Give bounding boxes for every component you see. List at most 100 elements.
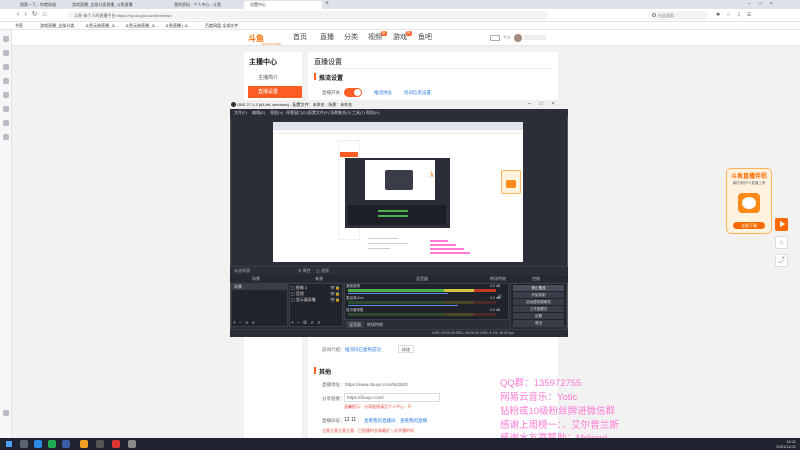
- filters-button[interactable]: ◫ 滤镜: [316, 267, 329, 275]
- obs-menu-item[interactable]: 停靠窗口(D): [286, 109, 308, 117]
- nav-game[interactable]: 游戏: [393, 33, 407, 43]
- sidebar-item-live-settings[interactable]: 直播设置: [248, 86, 302, 98]
- preview-addr: [273, 130, 523, 134]
- taskbar-obs-icon[interactable]: [96, 440, 104, 448]
- modify-button[interactable]: 修改: [398, 345, 414, 353]
- studio-mode-button[interactable]: 工作室模式: [513, 306, 564, 312]
- my-room-link[interactable]: 查看我的直播间: [364, 418, 396, 424]
- home-float-icon[interactable]: ⌂: [775, 236, 788, 249]
- nav-live[interactable]: 直播: [320, 33, 334, 43]
- settings-icon[interactable]: [3, 410, 9, 416]
- promo-download-button[interactable]: 立即下载: [733, 222, 765, 229]
- room-number: 12 11: [344, 417, 357, 423]
- obs-menu-item[interactable]: 视图(V): [270, 109, 283, 117]
- play-icon: [780, 221, 785, 227]
- browser-tab-3[interactable]: 我的资料 - 个人中心 - 斗鱼: [168, 1, 240, 9]
- search-input[interactable]: 在此搜索: [648, 11, 708, 20]
- obs-menu-item[interactable]: 编辑(E): [252, 109, 265, 117]
- taskbar-app-icon[interactable]: [112, 440, 120, 448]
- settings-button[interactable]: 设置: [513, 313, 564, 319]
- preview-sidebar-active: [340, 152, 358, 157]
- window-controls-icon[interactable]: –□×: [748, 0, 798, 8]
- mixer-mute-icon[interactable]: 🔊: [497, 294, 502, 299]
- nav-buttons-icon[interactable]: ‹›↻⌂: [17, 10, 52, 18]
- browser-tab-active[interactable]: 设置中心: [244, 1, 322, 9]
- obs-menubar: 文件(F) 编辑(E) 视图(V) 停靠窗口(D) 配置文件(P) 场景集合(S…: [230, 109, 568, 117]
- taskbar-folder-icon[interactable]: [80, 440, 88, 448]
- preview-overlay-text: [430, 240, 475, 258]
- mixer-volume-slider[interactable]: [348, 293, 448, 294]
- nav-video[interactable]: 视频: [368, 33, 382, 43]
- address-input[interactable]: 斗鱼·每个人的直播平台 https://mp.douyu.com/live/ma…: [68, 11, 548, 20]
- mixer-channel-db: 0.0 dB: [490, 284, 501, 288]
- obs-logo-icon: [231, 102, 236, 107]
- obs-window-controls-icon[interactable]: –□×: [528, 100, 568, 109]
- notification-icon[interactable]: [490, 35, 500, 41]
- taskbar-app-icon[interactable]: [62, 440, 70, 448]
- browser-tools-icon[interactable]: ✱☆⇩☰: [716, 12, 796, 20]
- search-icon: [652, 13, 656, 17]
- taskbar-search-icon[interactable]: [20, 440, 28, 448]
- preview-content-lines: [368, 238, 418, 258]
- new-tab-icon[interactable]: +: [325, 0, 329, 8]
- nav-category[interactable]: 分类: [344, 33, 358, 43]
- bookmarks-bar: 书签 游戏直播_全部分类 斗鱼无效直播_斗… 斗鱼无效直播_斗… 斗鱼直播 | …: [0, 22, 800, 30]
- properties-button[interactable]: ⚙ 属性: [298, 267, 311, 275]
- taskbar-clock[interactable]: 16:11 2021/11/21: [766, 439, 796, 449]
- bookmark-item[interactable]: 斗鱼无效直播_斗…: [125, 22, 159, 30]
- mixer-tabs: 混音器 转场特效: [344, 321, 509, 328]
- obs-menu-item[interactable]: 场景集合(S): [330, 109, 351, 117]
- search-icon[interactable]: [3, 64, 9, 70]
- row-link[interactable]: 推流码已复制成功: [345, 347, 381, 353]
- obs-menu-item[interactable]: 配置文件(P): [308, 109, 329, 117]
- taskbar-wechat-icon[interactable]: [48, 440, 56, 448]
- taskbar-browser-icon[interactable]: [34, 440, 42, 448]
- avatar[interactable]: [514, 34, 522, 42]
- start-icon[interactable]: [6, 441, 12, 447]
- user-label[interactable]: 个人: [503, 35, 511, 41]
- username[interactable]: [524, 35, 546, 40]
- push-url-link[interactable]: 推流地址: [374, 90, 392, 96]
- mixer-meter: [348, 289, 496, 292]
- virtual-camera-button[interactable]: 启动虚拟摄像机: [513, 299, 564, 305]
- mixer-meter: [348, 301, 496, 304]
- scene-item[interactable]: 场景: [232, 284, 287, 290]
- tab-mixer[interactable]: 混音器: [346, 321, 364, 328]
- source-toolbar-icons[interactable]: +−⚙∧∨: [291, 320, 324, 326]
- source-visibility-icons[interactable]: 👁🔒 👁🔒 👁🔒: [330, 285, 340, 303]
- room-settings-link[interactable]: 房间信息设置: [404, 90, 431, 96]
- share-float-icon[interactable]: ⤴: [775, 254, 788, 267]
- browser-tab-2[interactable]: 游戏直播_全部分类直播_斗鱼直播: [66, 1, 166, 9]
- sidebar-item-intro[interactable]: 主播简介: [248, 72, 302, 84]
- overlay-music: 网易云音乐：Yotic: [500, 392, 578, 403]
- my-live-link[interactable]: 查看我的直播: [400, 418, 427, 424]
- bookmark-item[interactable]: 斗鱼直播 | 斗…: [165, 22, 192, 30]
- bookmark-item[interactable]: 斗鱼无效直播_斗…: [85, 22, 119, 30]
- gift-icon[interactable]: [3, 134, 9, 140]
- chat-icon[interactable]: [3, 106, 9, 112]
- download-icon[interactable]: [3, 92, 9, 98]
- history-icon[interactable]: [3, 78, 9, 84]
- nav-home[interactable]: 首页: [293, 33, 307, 43]
- browser-tab-1[interactable]: 搜索一下，你就知道: [14, 1, 66, 9]
- toggle-label: 直播开关：: [322, 90, 345, 95]
- exit-button[interactable]: 退出: [513, 320, 564, 326]
- home-icon[interactable]: [3, 36, 9, 42]
- stop-stream-button[interactable]: 停止推流: [513, 285, 564, 291]
- obs-menu-item[interactable]: 文件(F): [234, 109, 247, 117]
- scene-toolbar-icons[interactable]: +−∧∨: [233, 320, 258, 326]
- obs-menu-item[interactable]: 帮助(H): [366, 109, 380, 117]
- row-label: 直播地址：: [322, 382, 345, 387]
- bookmark-item[interactable]: 游戏直播_全部分类: [40, 22, 74, 30]
- bookmark-item[interactable]: 书签: [15, 22, 23, 30]
- mail-icon[interactable]: [3, 120, 9, 126]
- mixer-volume-slider[interactable]: [348, 305, 458, 306]
- taskbar-app-icon[interactable]: [128, 440, 136, 448]
- start-recording-button[interactable]: 开始录制: [513, 292, 564, 298]
- share-link-input[interactable]: https://douyu.com/: [344, 393, 440, 402]
- star-icon[interactable]: [3, 50, 9, 56]
- tab-transitions[interactable]: 转场特效: [364, 321, 386, 328]
- obs-menu-item[interactable]: 工具(T): [352, 109, 365, 117]
- nav-fishbar[interactable]: 鱼吧: [418, 33, 432, 43]
- bookmark-item[interactable]: 百度网盘-全部文件: [205, 22, 238, 30]
